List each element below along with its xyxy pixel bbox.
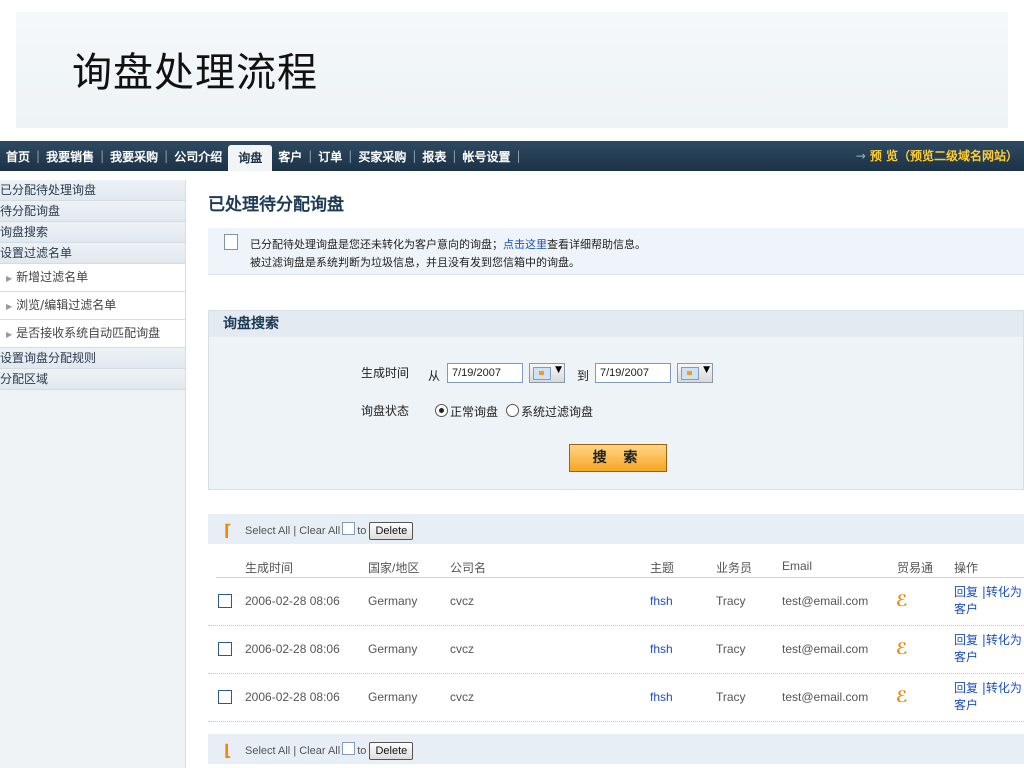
page-title: 已处理待分配询盘 — [208, 195, 344, 215]
radio-normal-inquiry[interactable] — [435, 404, 448, 417]
trademanager-icon[interactable]: ℰ — [896, 591, 908, 610]
subject-link[interactable]: fhsh — [650, 690, 673, 704]
clear-all-link[interactable]: Clear All — [299, 525, 340, 537]
sidebar-subitem-add-filter[interactable]: ▶ 新增过滤名单 — [0, 264, 185, 292]
delete-button[interactable]: Delete — [369, 742, 414, 760]
time-label: 生成时间 — [361, 366, 410, 380]
dropdown-arrow-icon: ▼ — [555, 365, 562, 375]
search-heading: 询盘搜索 — [209, 311, 1023, 337]
header-time: 生成时间 — [245, 561, 294, 575]
row-actions[interactable]: 回复 |转化为客户 — [954, 584, 1024, 618]
sidebar-item-regions[interactable]: 分配区域 — [0, 369, 185, 390]
calendar-icon — [533, 367, 551, 380]
preview-label: 预 览（预览二级域名网站） — [869, 149, 1018, 163]
info-line-2: 被过滤询盘是系统判断为垃圾信息，并且没有发到您信箱中的询盘。 — [250, 256, 580, 269]
calendar-icon — [681, 367, 699, 380]
main-content: 已处理待分配询盘 已分配待处理询盘是您还未转化为客户意向的询盘；点击这里查看详细… — [208, 180, 1024, 764]
document-icon — [224, 234, 238, 250]
row-actions[interactable]: 回复 |转化为客户 — [954, 680, 1024, 714]
triangle-right-icon: ▶ — [6, 274, 13, 283]
nav-items: 首页 | 我要销售 | 我要采购 | 公司介绍 询盘 客户 | 订单 | 买家采购 | 报表… — [0, 141, 521, 171]
nav-company[interactable]: 公司介绍 — [168, 148, 228, 165]
header-country: 国家/地区 — [368, 561, 420, 575]
trademanager-icon[interactable]: ℰ — [896, 687, 908, 706]
dropdown-arrow-icon: ▼ — [703, 365, 710, 375]
checkbox[interactable] — [342, 742, 356, 755]
delete-button[interactable]: Delete — [369, 522, 414, 540]
row-checkbox[interactable] — [218, 642, 232, 656]
to-date-input[interactable]: 7/19/2007 — [595, 363, 671, 383]
info-line-1: 已分配待处理询盘是您还未转化为客户意向的询盘；点击这里查看详细帮助信息。 — [250, 238, 646, 251]
nav-home[interactable]: 首页 — [0, 148, 36, 165]
corner-arrow-icon: ⌊ — [224, 741, 232, 760]
search-panel: 询盘搜索 生成时间 从 7/19/2007 ▼ 到 7/19/2007 ▼ 询盘… — [208, 310, 1024, 490]
from-label: 从 — [428, 369, 441, 383]
sidebar-item-assignment-rules[interactable]: 设置询盘分配规则 — [0, 348, 185, 369]
select-all-link[interactable]: Select All — [245, 745, 290, 757]
radio-filtered-inquiry[interactable] — [506, 404, 519, 417]
search-button[interactable]: 搜 索 — [569, 444, 667, 472]
row-checkbox[interactable] — [218, 594, 232, 608]
sidebar-subitem-edit-filter[interactable]: ▶ 浏览/编辑过滤名单 — [0, 292, 185, 320]
status-label: 询盘状态 — [361, 404, 410, 418]
clear-all-link[interactable]: Clear All — [299, 745, 340, 757]
list-controls-top: ⌈ Select All | Clear All to Delete — [208, 514, 1024, 544]
header-email: Email — [782, 559, 813, 573]
to-label: 到 — [577, 369, 590, 383]
header-agent: 业务员 — [716, 561, 753, 575]
nav-buyer-purchase[interactable]: 买家采购 — [352, 148, 412, 165]
select-all-link[interactable]: Select All — [245, 525, 290, 537]
from-calendar-button[interactable]: ▼ — [529, 363, 565, 383]
top-nav: 首页 | 我要销售 | 我要采购 | 公司介绍 询盘 客户 | 订单 | 买家采购 | 报表… — [0, 141, 1024, 171]
subject-link[interactable]: fhsh — [650, 642, 673, 656]
sidebar: 已分配待处理询盘 待分配询盘 询盘搜索 设置过滤名单 ▶ 新增过滤名单 ▶ 浏览/编… — [0, 180, 186, 768]
slide-title: 询盘处理流程 — [72, 50, 318, 96]
checkbox[interactable] — [342, 522, 356, 535]
nav-reports[interactable]: 报表 — [416, 148, 452, 165]
sidebar-subitem-auto-match[interactable]: ▶ 是否接收系统自动匹配询盘 — [0, 320, 185, 348]
sidebar-item-filter-list[interactable]: 设置过滤名单 — [0, 243, 185, 264]
preview-link[interactable]: → 预 览（预览二级域名网站） — [856, 141, 1018, 171]
sidebar-item-assigned-pending[interactable]: 已分配待处理询盘 — [0, 180, 185, 201]
table-row: 2006-02-28 08:06 Germany cvcz fhsh Tracy… — [208, 578, 1024, 626]
header-trademanager: 贸易通 — [897, 561, 934, 575]
nav-customers[interactable]: 客户 — [272, 148, 308, 165]
row-checkbox[interactable] — [218, 690, 232, 704]
header-actions: 操作 — [954, 561, 979, 575]
sidebar-item-unassigned[interactable]: 待分配询盘 — [0, 201, 185, 222]
triangle-right-icon: ▶ — [6, 330, 13, 339]
header-company: 公司名 — [450, 561, 487, 575]
subject-link[interactable]: fhsh — [650, 594, 673, 608]
radio-normal-label: 正常询盘 — [450, 405, 499, 419]
help-link[interactable]: 点击这里 — [503, 238, 547, 251]
list-controls-bottom: ⌊ Select All | Clear All to Delete — [208, 734, 1024, 764]
nav-orders[interactable]: 订单 — [312, 148, 348, 165]
slide-header: 询盘处理流程 — [16, 12, 1008, 128]
radio-filtered-label: 系统过滤询盘 — [521, 405, 594, 419]
table-row: 2006-02-28 08:06 Germany cvcz fhsh Tracy… — [208, 626, 1024, 674]
corner-arrow-icon: ⌈ — [224, 521, 232, 540]
from-date-input[interactable]: 7/19/2007 — [447, 363, 523, 383]
arrow-right-icon: → — [855, 149, 866, 163]
table-row: 2006-02-28 08:06 Germany cvcz fhsh Tracy… — [208, 674, 1024, 722]
triangle-right-icon: ▶ — [6, 302, 13, 311]
nav-account-settings[interactable]: 帐号设置 — [456, 148, 516, 165]
info-box: 已分配待处理询盘是您还未转化为客户意向的询盘；点击这里查看详细帮助信息。 被过滤… — [208, 228, 1024, 275]
row-actions[interactable]: 回复 |转化为客户 — [954, 632, 1024, 666]
header-subject: 主题 — [650, 561, 675, 575]
nav-buy[interactable]: 我要采购 — [104, 148, 164, 165]
to-calendar-button[interactable]: ▼ — [677, 363, 713, 383]
sidebar-item-inquiry-search[interactable]: 询盘搜索 — [0, 222, 185, 243]
nav-sell[interactable]: 我要销售 — [40, 148, 100, 165]
nav-inquiry[interactable]: 询盘 — [228, 145, 273, 171]
trademanager-icon[interactable]: ℰ — [896, 639, 908, 658]
